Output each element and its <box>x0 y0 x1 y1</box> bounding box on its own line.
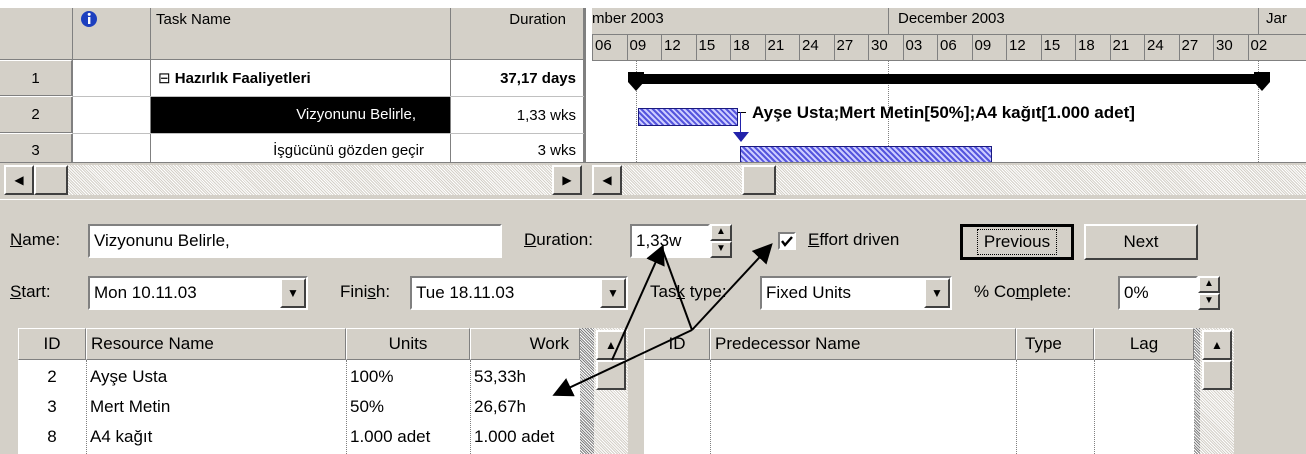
arrow-line <box>661 247 693 331</box>
annotation-arrows <box>552 243 773 397</box>
arrow-to-effort-driven <box>691 243 773 331</box>
arrow-to-work <box>552 329 693 397</box>
arrow-to-duration <box>611 244 665 361</box>
